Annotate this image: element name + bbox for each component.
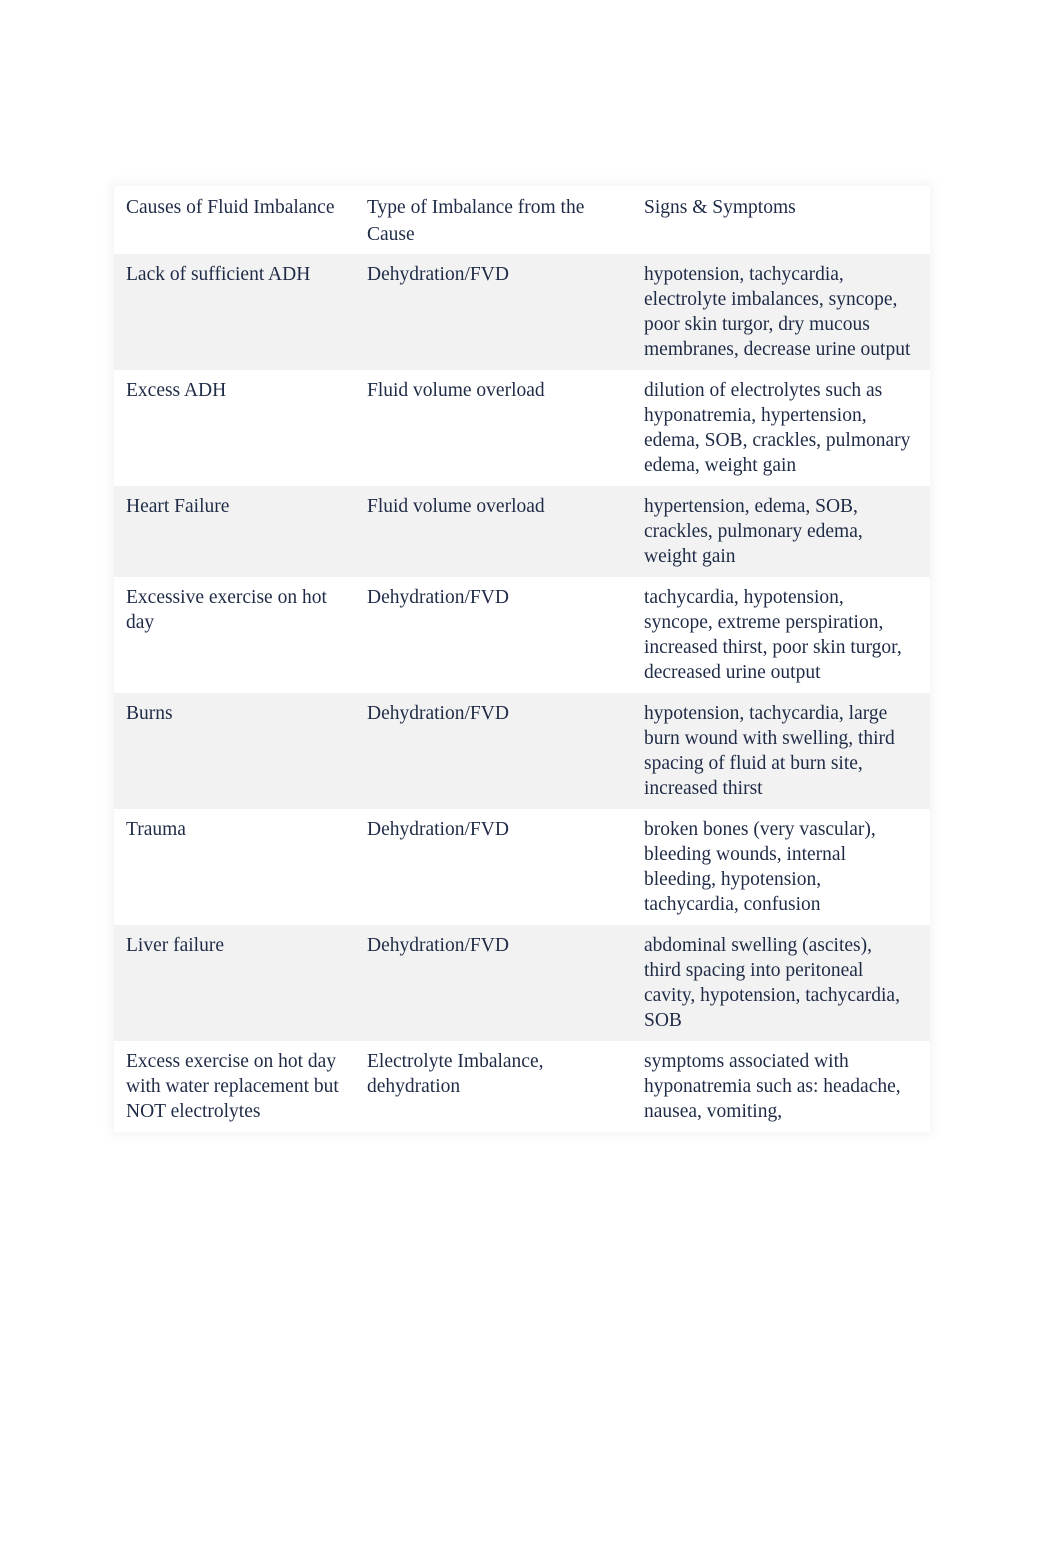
cause-cell: Burns (126, 703, 173, 724)
type-cell: Dehydration/FVD (367, 935, 509, 956)
table-header-row: Causes of Fluid Imbalance Type of Imbala… (114, 186, 930, 254)
table-row: Burns Dehydration/FVD hypotension, tachy… (114, 693, 930, 809)
signs-cell: hypotension, tachycardia, large burn wou… (644, 703, 895, 799)
cause-cell: Heart Failure (126, 496, 230, 517)
table-row: Excess ADH Fluid volume overload dilutio… (114, 370, 930, 486)
cause-cell: Liver failure (126, 935, 224, 956)
table-row: Heart Failure Fluid volume overload hype… (114, 486, 930, 577)
signs-cell: dilution of electrolytes such as hyponat… (644, 380, 911, 476)
type-cell: Dehydration/FVD (367, 264, 509, 285)
signs-cell: hypotension, tachycardia, electrolyte im… (644, 264, 911, 360)
signs-cell: tachycardia, hypotension, syncope, extre… (644, 587, 902, 683)
type-cell: Electrolyte Imbalance, dehydration (367, 1051, 544, 1097)
cause-cell: Excess ADH (126, 380, 227, 401)
header-signs: Signs & Symptoms (644, 197, 796, 218)
table-row: Liver failure Dehydration/FVD abdominal … (114, 925, 930, 1041)
cause-cell: Lack of sufficient ADH (126, 264, 311, 285)
signs-cell: broken bones (very vascular), bleeding w… (644, 819, 876, 915)
type-cell: Fluid volume overload (367, 380, 545, 401)
cause-cell: Trauma (126, 819, 186, 840)
fluid-imbalance-table: Causes of Fluid Imbalance Type of Imbala… (114, 186, 930, 1132)
table-row: Trauma Dehydration/FVD broken bones (ver… (114, 809, 930, 925)
signs-cell: abdominal swelling (ascites), third spac… (644, 935, 900, 1031)
type-cell: Dehydration/FVD (367, 703, 509, 724)
table-row: Lack of sufficient ADH Dehydration/FVD h… (114, 254, 930, 370)
signs-cell: hypertension, edema, SOB, crackles, pulm… (644, 496, 863, 567)
type-cell: Dehydration/FVD (367, 587, 509, 608)
type-cell: Fluid volume overload (367, 496, 545, 517)
signs-cell: symptoms associated with hyponatremia su… (644, 1051, 901, 1122)
header-type: Type of Imbalance from the Cause (367, 197, 585, 245)
table-row: Excess exercise on hot day with water re… (114, 1041, 930, 1132)
cause-cell: Excessive exercise on hot day (126, 587, 327, 633)
cause-cell: Excess exercise on hot day with water re… (126, 1051, 339, 1122)
table-row: Excessive exercise on hot day Dehydratio… (114, 577, 930, 693)
header-causes: Causes of Fluid Imbalance (126, 197, 335, 218)
type-cell: Dehydration/FVD (367, 819, 509, 840)
